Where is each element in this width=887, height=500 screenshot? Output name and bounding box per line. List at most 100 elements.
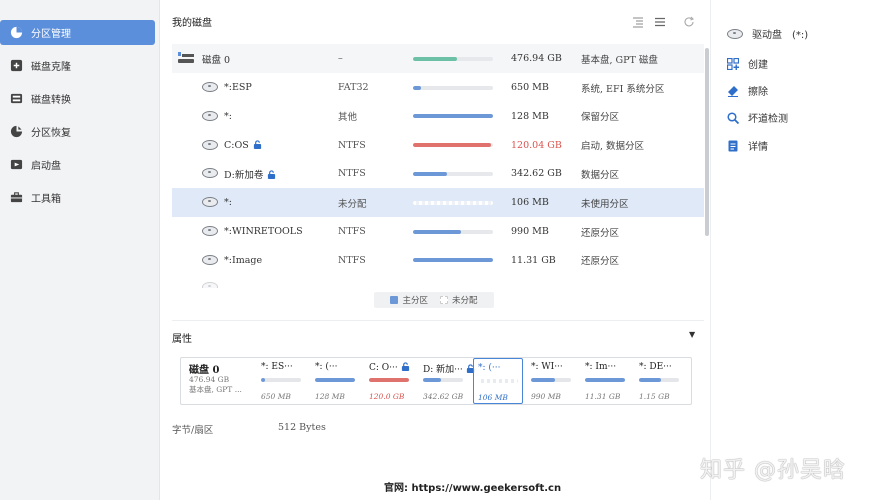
partition-fs: FAT32 — [338, 82, 369, 93]
legend-swatch-unallocated — [440, 296, 448, 304]
action-details[interactable]: 详情 — [727, 138, 768, 153]
legend-primary-label: 主分区 — [402, 296, 428, 306]
map-partition-name: D: 新加··· — [423, 362, 475, 375]
menu-icon[interactable] — [654, 16, 666, 28]
map-partition-name: *: (··· — [315, 362, 338, 372]
toolbox-icon — [10, 191, 23, 204]
disk-icon — [202, 282, 218, 288]
disk-stack-icon — [178, 52, 194, 64]
partition-row[interactable]: *: 其他 128 MB 保留分区 — [172, 102, 704, 131]
sidebar-item-boot-disk[interactable]: 启动盘 — [0, 152, 155, 177]
lock-icon — [253, 139, 262, 149]
scrollbar[interactable] — [705, 48, 709, 236]
action-bad-sector-check[interactable]: 坏道检测 — [727, 110, 788, 125]
partition-row[interactable]: *:WINRETOOLS NTFS 990 MB 还原分区 — [172, 217, 704, 246]
map-partition-size: 120.0 GB — [369, 392, 405, 401]
map-partition-name: *: ES··· — [261, 362, 293, 372]
list-view-icon[interactable] — [632, 16, 644, 28]
partition-type: 未使用分区 — [581, 198, 629, 210]
sidebar-item-disk-clone[interactable]: 磁盘克隆 — [0, 53, 155, 78]
sidebar-item-label: 磁盘克隆 — [31, 62, 71, 73]
partition-fs: NTFS — [338, 254, 366, 266]
partition-usage-bar — [413, 229, 493, 234]
bad-sector-icon — [727, 111, 739, 124]
legend: 主分区 未分配 — [374, 292, 494, 308]
partition-name: *:WINRETOOLS — [224, 226, 303, 237]
partition-fs: NTFS — [338, 226, 366, 237]
partition-row[interactable]: C:OS NTFS 120.04 GB 启动, 数据分区 — [172, 131, 704, 160]
partition-name: *:Image — [224, 255, 262, 266]
partition-name: D:新加卷 — [224, 167, 276, 181]
create-icon — [727, 57, 739, 70]
partition-capacity: 120.04 GB — [511, 139, 562, 151]
map-partition-size: 650 MB — [261, 392, 291, 401]
sidebar-item-label: 分区管理 — [31, 29, 71, 40]
map-partition-name-text: *: (··· — [478, 363, 501, 373]
map-partition-cell[interactable]: *: WI··· 990 MB — [527, 358, 577, 404]
map-partition-name-text: D: 新加··· — [423, 365, 463, 375]
map-partition-bar — [639, 378, 679, 382]
partition-name-text: C:OS — [224, 139, 249, 151]
disk-type: 基本盘, GPT 磁盘 — [581, 54, 658, 66]
sidebar-item-label: 分区恢复 — [31, 128, 71, 139]
map-partition-cell[interactable]: *: Im··· 11.31 GB — [581, 358, 631, 404]
map-partition-cell[interactable]: *: (··· 128 MB — [311, 358, 361, 404]
map-partition-cell[interactable]: D: 新加··· 342.62 GB — [419, 358, 474, 404]
map-disk-size: 476.94 GB — [189, 375, 230, 384]
disk-map: 磁盘 0 476.94 GB 基本盘, GPT ... *: ES··· 650 … — [180, 357, 692, 405]
disk-icon — [202, 139, 218, 152]
recovery-icon — [10, 125, 23, 138]
disk-icon — [202, 110, 218, 123]
sidebar-item-toolbox[interactable]: 工具箱 — [0, 185, 155, 210]
partition-name-text: D:新加卷 — [224, 169, 264, 181]
partition-capacity: 106 MB — [511, 197, 549, 209]
partition-capacity: 990 MB — [511, 226, 549, 237]
sidebar-item-label: 启动盘 — [31, 161, 61, 172]
partition-usage-bar — [413, 200, 493, 205]
collapse-triangle-icon[interactable]: ▼ — [689, 330, 695, 339]
partition-type: 还原分区 — [581, 256, 620, 268]
partition-row[interactable]: D:新加卷 NTFS 342.62 GB 数据分区 — [172, 159, 704, 188]
map-partition-cell[interactable]: C: O··· 120.0 GB — [365, 358, 415, 404]
disk-icon — [202, 168, 218, 180]
erase-icon — [727, 85, 739, 97]
map-partition-cell[interactable]: *: (··· 106 MB — [473, 358, 523, 404]
selected-drive-label: 驱动盘 (*:) — [752, 30, 809, 41]
map-partition-cell[interactable]: *: ES··· 650 MB — [257, 358, 307, 404]
clone-icon — [10, 59, 23, 72]
partition-name: *: — [224, 111, 232, 122]
map-partition-bar — [423, 378, 463, 382]
map-partition-cell[interactable]: *: DE··· 1.15 GB — [635, 358, 685, 404]
disk-name: 磁盘 0 — [202, 54, 231, 66]
map-partition-bar — [585, 378, 625, 382]
sidebar-item-partition-manager[interactable]: 分区管理 — [0, 20, 155, 45]
map-partition-name: C: O··· — [369, 362, 410, 373]
partition-name: C:OS — [224, 140, 262, 151]
footer-website: 官网: https://www.geekersoft.cn — [384, 483, 562, 494]
sidebar-item-partition-recovery[interactable]: 分区恢复 — [0, 119, 155, 144]
map-partition-bar — [369, 378, 409, 382]
map-partition-name: *: Im··· — [585, 362, 616, 372]
map-disk-cell[interactable]: 磁盘 0 476.94 GB 基本盘, GPT ... — [181, 358, 255, 404]
refresh-icon[interactable] — [683, 16, 695, 28]
sidebar-item-disk-convert[interactable]: 磁盘转换 — [0, 86, 155, 111]
disk-row[interactable]: 磁盘 0 – 476.94 GB 基本盘, GPT 磁盘 — [172, 44, 704, 73]
partition-capacity: 650 MB — [511, 82, 549, 93]
partition-row[interactable]: *:Image NTFS 11.31 GB 还原分区 — [172, 246, 704, 275]
sidebar: 分区管理 磁盘克隆 磁盘转换 分区恢复 启动盘 工具箱 — [0, 0, 160, 500]
divider — [172, 320, 704, 321]
partition-row[interactable]: *: 未分配 106 MB 未使用分区 — [172, 188, 704, 218]
action-create[interactable]: 创建 — [727, 56, 768, 71]
action-bad-sector-label: 坏道检测 — [748, 114, 788, 125]
partition-name: *: — [224, 197, 232, 208]
map-partition-size: 106 MB — [478, 393, 508, 402]
partition-type: 数据分区 — [581, 169, 620, 181]
action-erase[interactable]: 擦除 — [727, 83, 768, 98]
partition-name: *:ESP — [224, 82, 252, 93]
partition-capacity: 128 MB — [511, 110, 549, 122]
partition-row[interactable]: *:ESP FAT32 650 MB 系统, EFI 系统分区 — [172, 73, 704, 102]
legend-primary: 主分区 — [390, 294, 428, 306]
sidebar-item-label: 工具箱 — [31, 194, 61, 205]
action-details-label: 详情 — [748, 142, 768, 153]
action-erase-label: 擦除 — [748, 87, 768, 98]
